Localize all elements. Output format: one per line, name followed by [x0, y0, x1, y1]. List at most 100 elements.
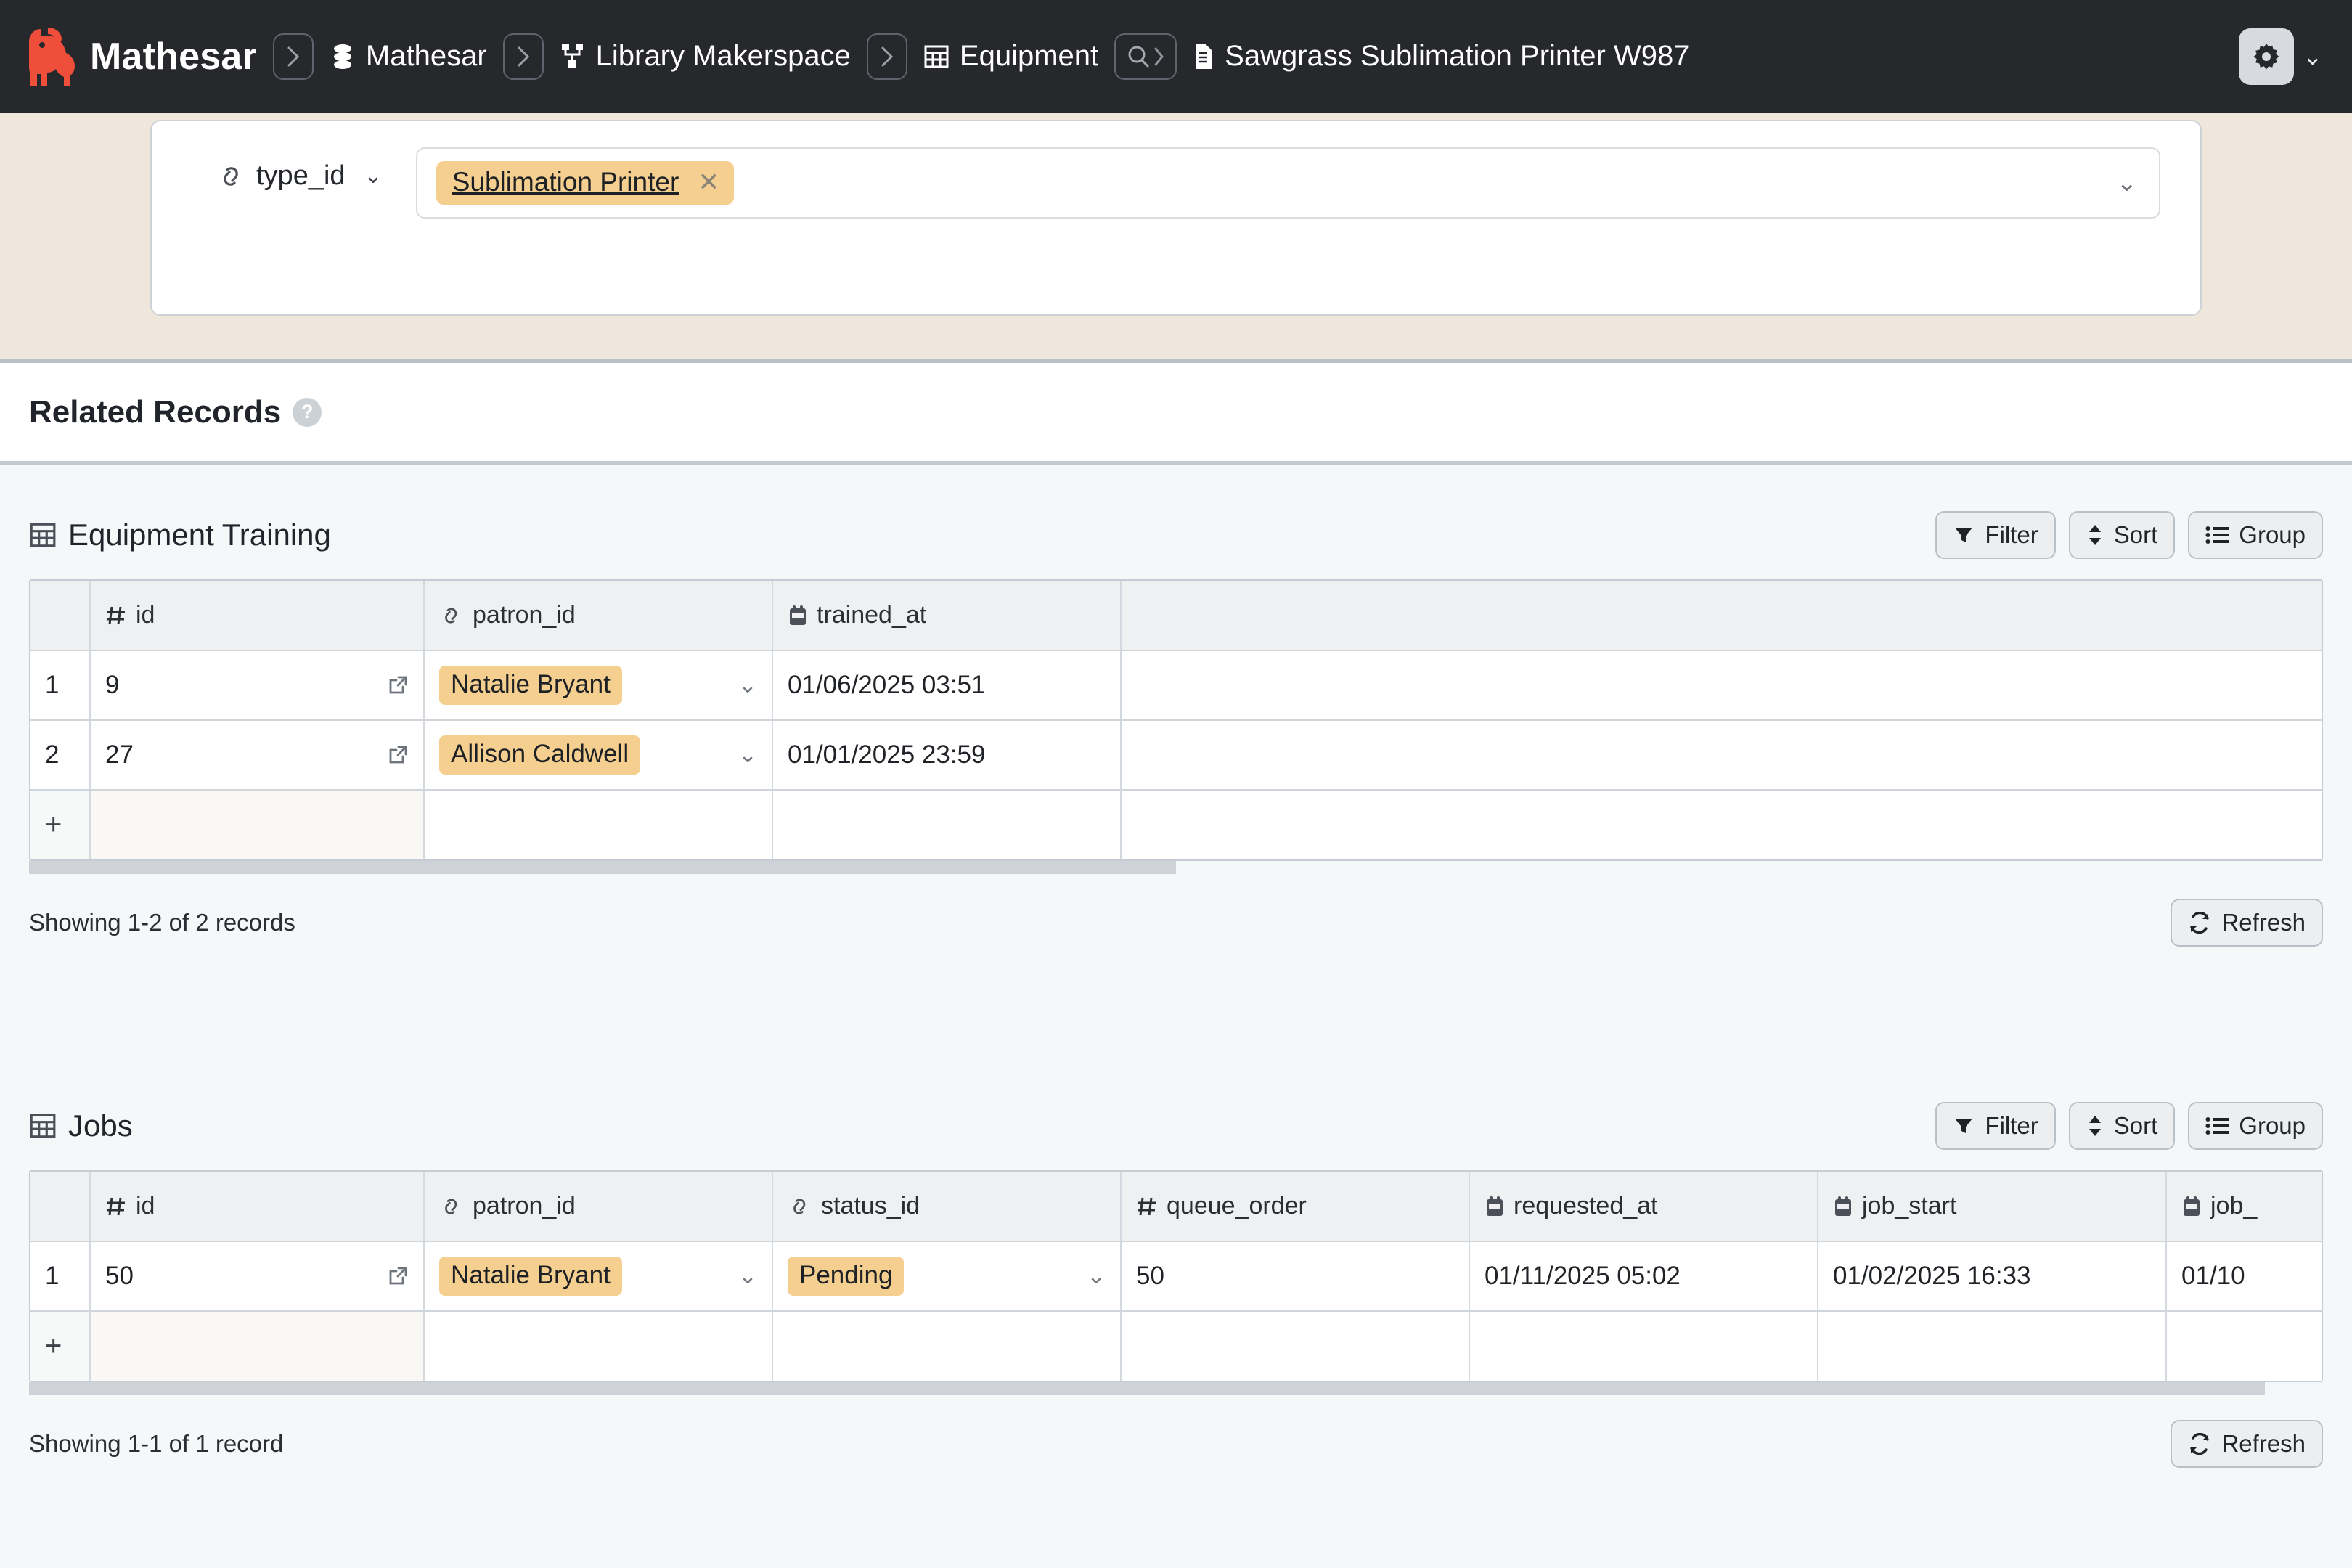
column-header-label: status_id [821, 1192, 920, 1220]
related-records-body: Equipment Training Filter Sort Group id … [0, 465, 2352, 1568]
cell-requested-at[interactable]: 01/11/2025 05:02 [1469, 1241, 1818, 1312]
cell-trained-at[interactable]: 01/06/2025 03:51 [772, 650, 1122, 721]
new-cell-id[interactable] [90, 1311, 425, 1381]
breadcrumb-item-table[interactable]: Equipment [923, 40, 1098, 73]
table-scroll-track[interactable] [29, 861, 1176, 874]
chevron-right-icon [1154, 47, 1164, 65]
open-record-icon[interactable] [387, 674, 409, 696]
cell-value: 50 [105, 1262, 134, 1290]
column-header-label: requested_at [1514, 1192, 1658, 1220]
open-record-icon[interactable] [387, 1265, 409, 1287]
breadcrumb-separator [502, 33, 544, 80]
column-header-queue-order[interactable]: queue_order [1121, 1172, 1470, 1242]
table-header-row: id patron_id [30, 581, 2322, 651]
chevron-down-icon[interactable]: ⌄ [2117, 168, 2138, 197]
type-id-select-input[interactable]: Sublimation Printer ✕ ⌄ [415, 147, 2160, 219]
breadcrumb-item-database[interactable]: Mathesar [330, 40, 487, 73]
new-cell-patron-id[interactable] [424, 1311, 773, 1381]
filter-label: Filter [1985, 521, 2038, 548]
new-cell-queue-order[interactable] [1121, 1311, 1470, 1381]
selected-token[interactable]: Sublimation Printer ✕ [436, 161, 735, 205]
hash-icon [107, 606, 125, 624]
equipment-training-table: id patron_id trained_at 1 9 Natalie Brya… [29, 579, 2323, 861]
add-record-button[interactable]: + [30, 1311, 91, 1381]
add-record-row[interactable]: + [30, 1311, 2322, 1381]
group-button[interactable]: Group [2188, 1102, 2323, 1150]
chevron-down-icon[interactable]: ⌄ [731, 1263, 757, 1289]
new-cell-job-end[interactable] [2166, 1311, 2322, 1381]
new-cell-patron-id[interactable] [424, 790, 773, 859]
sort-button[interactable]: Sort [2068, 1102, 2176, 1150]
filter-button[interactable]: Filter [1935, 511, 2056, 559]
brand-home-link[interactable]: Mathesar [22, 26, 257, 87]
list-icon [2205, 1117, 2229, 1135]
column-header-id[interactable]: id [90, 581, 425, 651]
chevron-down-icon[interactable]: ⌄ [731, 742, 757, 768]
column-header-label: id [136, 601, 155, 629]
hash-icon [107, 1197, 125, 1215]
table-row[interactable]: 1 9 Natalie Bryant ⌄ 01/06/2025 03:51 [30, 650, 2322, 721]
field-label-type-id[interactable]: type_id ⌄ [217, 147, 383, 192]
cell-id[interactable]: 9 [90, 650, 425, 721]
table-row[interactable]: 1 50 Natalie Bryant ⌄ Pending ⌄ 50 01/11… [30, 1241, 2322, 1312]
calendar-icon [2184, 1196, 2200, 1216]
close-icon[interactable]: ✕ [698, 169, 719, 195]
help-icon[interactable]: ? [293, 397, 322, 427]
breadcrumb-label: Mathesar [365, 40, 487, 72]
page-title: Related Records [29, 393, 282, 430]
chevron-down-icon[interactable]: ⌄ [364, 163, 383, 189]
brand-name: Mathesar [90, 35, 257, 78]
search-button[interactable] [1114, 33, 1177, 80]
calendar-icon [1487, 1196, 1503, 1216]
column-header-trained-at[interactable]: trained_at [772, 581, 1122, 651]
sort-button[interactable]: Sort [2068, 511, 2176, 559]
column-header-patron-id[interactable]: patron_id [424, 581, 773, 651]
new-cell-trained-at[interactable] [772, 790, 1122, 859]
cell-patron-id[interactable]: Natalie Bryant ⌄ [424, 650, 773, 721]
new-cell-id[interactable] [90, 790, 425, 859]
new-cell-requested-at[interactable] [1469, 1311, 1818, 1381]
add-record-button[interactable]: + [30, 790, 91, 859]
column-header-status-id[interactable]: status_id [772, 1172, 1122, 1242]
calendar-icon [790, 605, 806, 625]
record-icon [1193, 43, 1214, 70]
settings-caret-icon[interactable]: ⌄ [2303, 44, 2324, 69]
group-button[interactable]: Group [2188, 511, 2323, 559]
cell-id[interactable]: 27 [90, 720, 425, 791]
cell-patron-id[interactable]: Natalie Bryant ⌄ [424, 1241, 773, 1312]
cell-id[interactable]: 50 [90, 1241, 425, 1312]
new-cell-job-start[interactable] [1818, 1311, 2167, 1381]
cell-queue-order[interactable]: 50 [1121, 1241, 1470, 1312]
chevron-down-icon[interactable]: ⌄ [731, 672, 757, 698]
column-header-patron-id[interactable]: patron_id [424, 1172, 773, 1242]
fk-token: Natalie Bryant [439, 1257, 622, 1296]
chevron-down-icon[interactable]: ⌄ [1079, 1263, 1106, 1289]
section-actions: Filter Sort Group [1935, 511, 2323, 559]
cell-job-end[interactable]: 01/10 [2166, 1241, 2322, 1312]
hash-icon [1138, 1197, 1156, 1215]
table-header-row: id patron_id [30, 1172, 2322, 1242]
cell-job-start[interactable]: 01/02/2025 16:33 [1818, 1241, 2167, 1312]
settings-button[interactable] [2238, 28, 2294, 85]
section-jobs: Jobs Filter Sort Group id patron_id stat… [0, 1055, 2352, 1468]
new-cell-status-id[interactable] [772, 1311, 1122, 1381]
column-header-job-end[interactable]: job_ [2166, 1172, 2322, 1242]
breadcrumb-item-record[interactable]: Sawgrass Sublimation Printer W987 [1193, 40, 1689, 73]
sort-label: Sort [2113, 521, 2158, 548]
table-row[interactable]: 2 27 Allison Caldwell ⌄ 01/01/2025 23:59 [30, 720, 2322, 791]
breadcrumb-item-schema[interactable]: Library Makerspace [560, 40, 851, 73]
refresh-button[interactable]: Refresh [2171, 899, 2323, 947]
related-records-header: Related Records ? [0, 363, 2352, 465]
cell-trained-at[interactable]: 01/01/2025 23:59 [772, 720, 1122, 791]
filter-button[interactable]: Filter [1935, 1102, 2056, 1150]
open-record-icon[interactable] [387, 744, 409, 766]
table-scroll-track[interactable] [29, 1382, 2265, 1395]
refresh-button[interactable]: Refresh [2171, 1420, 2323, 1468]
column-header-requested-at[interactable]: requested_at [1469, 1172, 1818, 1242]
add-record-row[interactable]: + [30, 790, 2322, 859]
cell-status-id[interactable]: Pending ⌄ [772, 1241, 1122, 1312]
column-header-job-start[interactable]: job_start [1818, 1172, 2167, 1242]
cell-patron-id[interactable]: Allison Caldwell ⌄ [424, 720, 773, 791]
column-header-id[interactable]: id [90, 1172, 425, 1242]
row-number: 2 [30, 720, 91, 791]
